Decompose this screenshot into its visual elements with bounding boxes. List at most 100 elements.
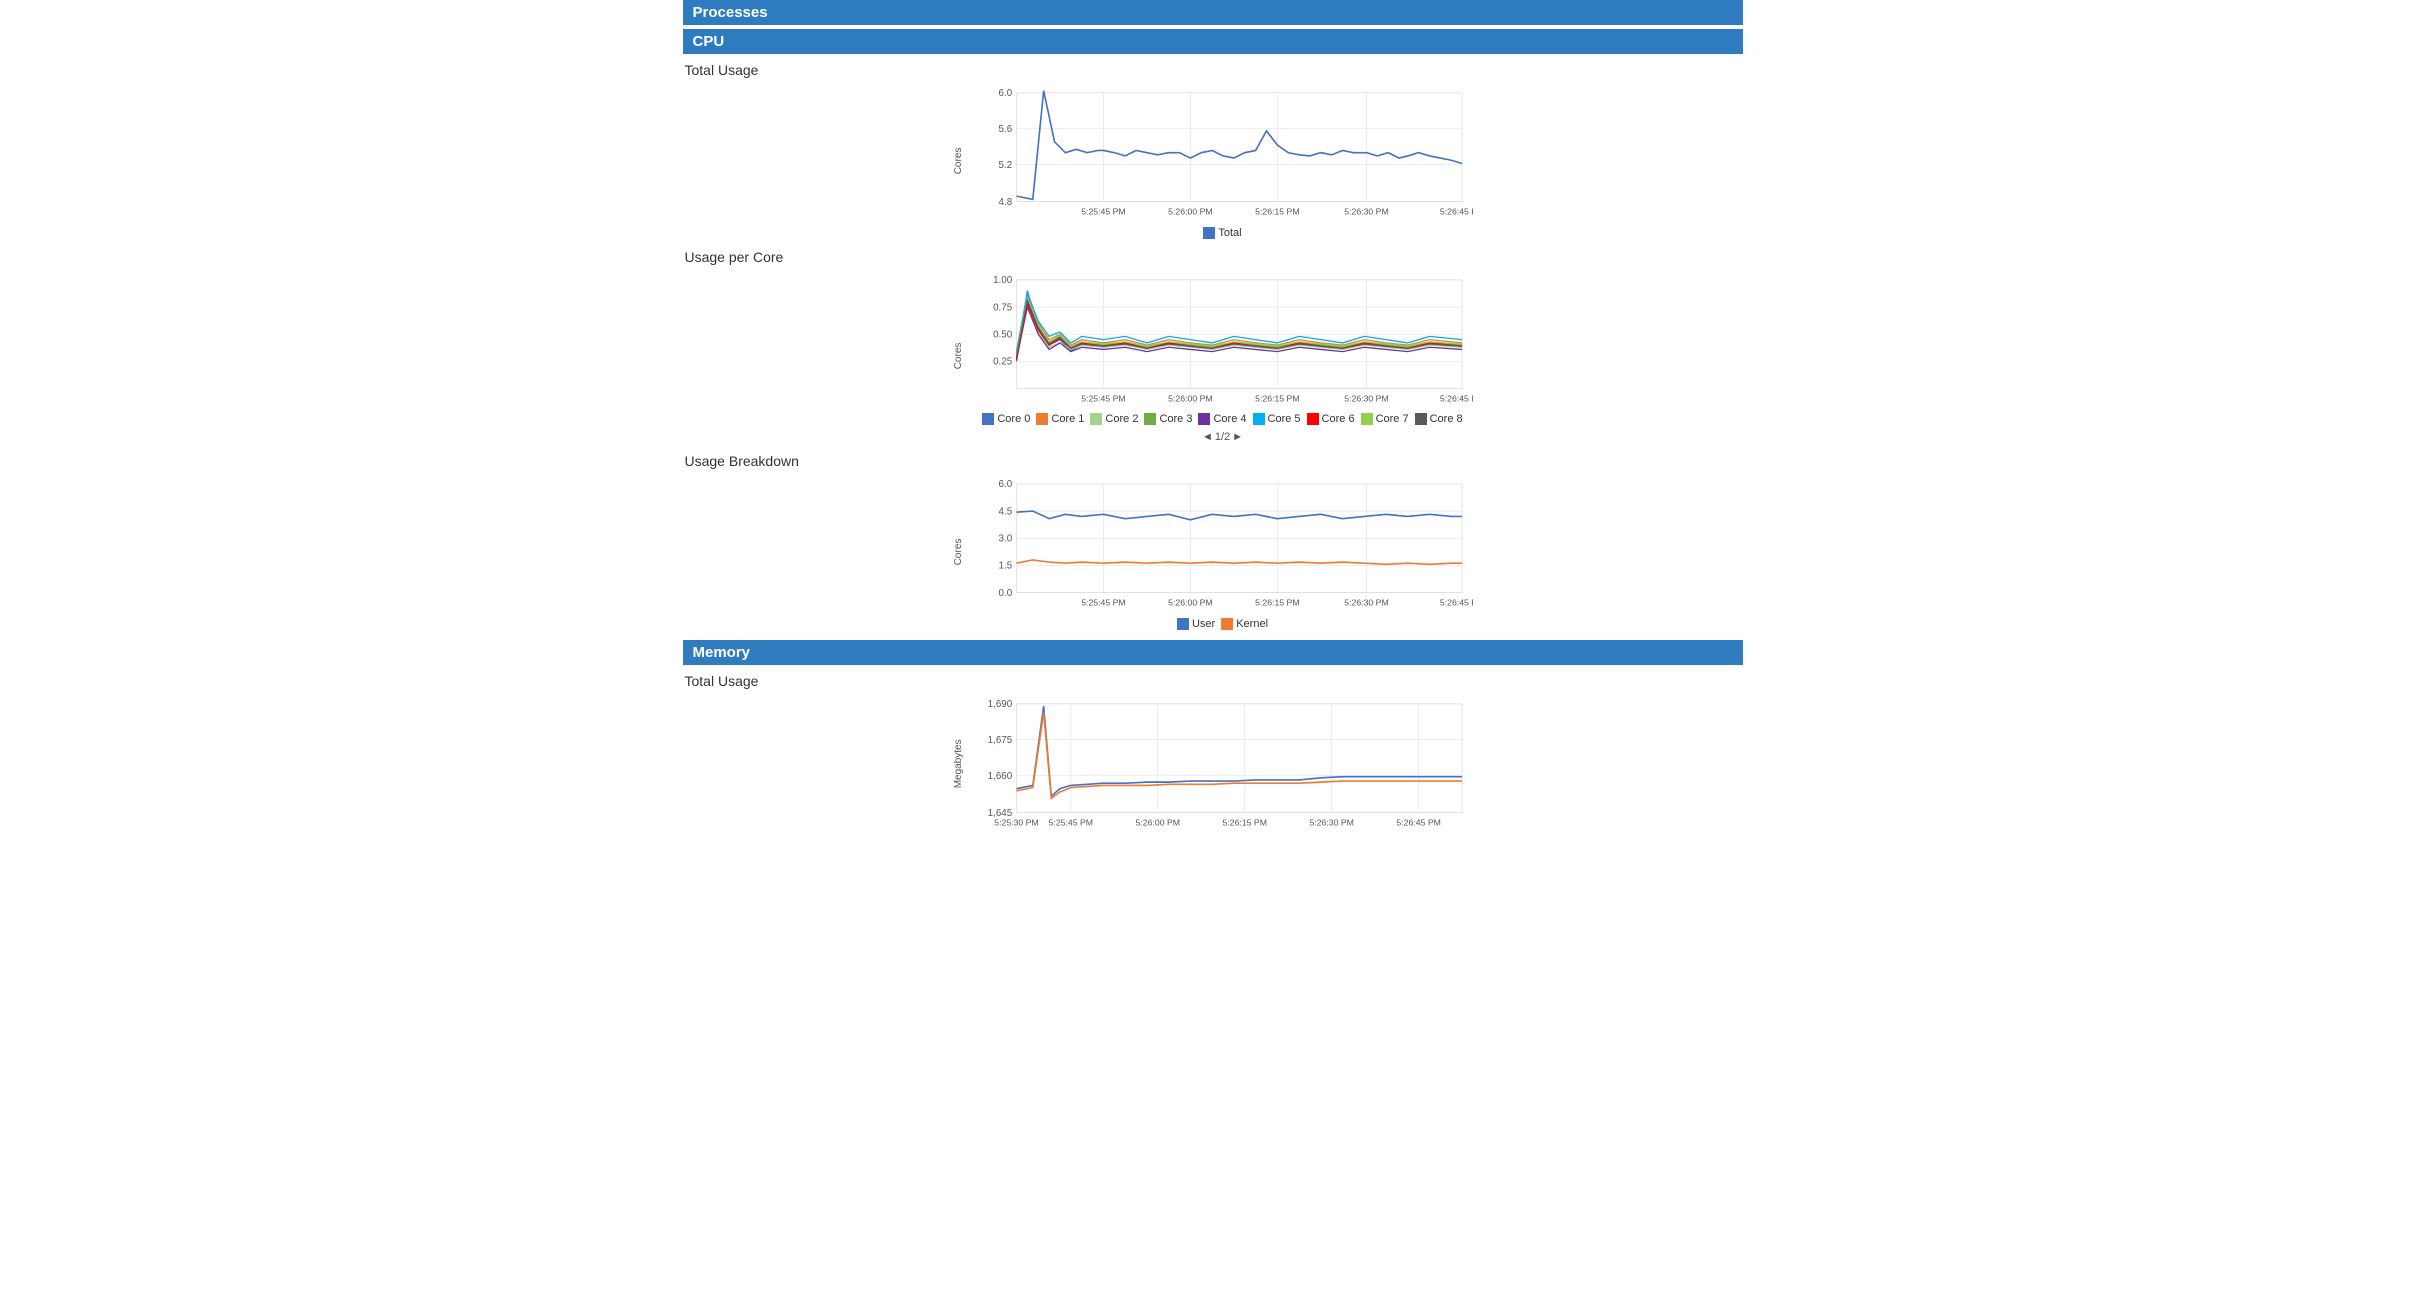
svg-text:0.0: 0.0 — [998, 587, 1012, 598]
legend-core6-color — [1307, 413, 1319, 425]
pagination-info: 1/2 — [1215, 431, 1230, 443]
memory-total-y-label: Megabytes — [953, 693, 973, 834]
cpu-per-core-chart-area: Cores 1.00 0.75 0.50 0. — [953, 269, 1473, 442]
memory-total-usage-title: Total Usage — [683, 673, 1743, 689]
svg-text:0.50: 0.50 — [993, 330, 1013, 341]
svg-text:5.2: 5.2 — [998, 160, 1012, 171]
memory-section-header[interactable]: Memory — [683, 640, 1743, 665]
legend-core2-label: Core 2 — [1105, 413, 1138, 425]
legend-core0-label: Core 0 — [997, 413, 1030, 425]
cpu-total-usage-title: Total Usage — [683, 62, 1743, 78]
cpu-breakdown-y-label: Cores — [953, 473, 973, 630]
svg-text:5:25:45 PM: 5:25:45 PM — [1081, 207, 1125, 217]
legend-total-color — [1203, 227, 1215, 239]
legend-core3: Core 3 — [1144, 413, 1192, 425]
cpu-total-legend: Total — [973, 227, 1473, 239]
svg-text:5:26:15 PM: 5:26:15 PM — [1255, 394, 1299, 404]
cpu-per-core-legend: Core 0 Core 1 Core 2 Core 3 — [973, 413, 1473, 443]
svg-text:1.00: 1.00 — [993, 275, 1013, 286]
legend-user: User — [1177, 618, 1215, 630]
svg-text:4.8: 4.8 — [998, 197, 1012, 208]
legend-core5-label: Core 5 — [1268, 413, 1301, 425]
legend-core6-label: Core 6 — [1322, 413, 1355, 425]
cpu-label: CPU — [693, 33, 725, 50]
svg-text:5:26:45 PM: 5:26:45 PM — [1439, 597, 1472, 607]
svg-text:5:26:00 PM: 5:26:00 PM — [1135, 817, 1179, 827]
memory-label: Memory — [693, 644, 751, 661]
cpu-per-core-chart-body: 1.00 0.75 0.50 0.25 5:25:45 PM 5:26:00 P… — [973, 269, 1473, 442]
svg-text:6.0: 6.0 — [998, 88, 1012, 99]
cpu-per-core-svg: 1.00 0.75 0.50 0.25 5:25:45 PM 5:26:00 P… — [973, 269, 1473, 410]
cpu-total-chart-area: Cores 6.0 — [953, 82, 1473, 239]
cpu-breakdown-chart-body: 6.0 4.5 3.0 1.5 0.0 5:25:45 PM 5:26:00 P… — [973, 473, 1473, 630]
svg-text:0.75: 0.75 — [993, 303, 1013, 314]
svg-text:5:26:45 PM: 5:26:45 PM — [1439, 394, 1472, 404]
svg-text:4.5: 4.5 — [998, 506, 1012, 517]
svg-text:1,660: 1,660 — [987, 771, 1012, 782]
svg-text:5:26:00 PM: 5:26:00 PM — [1168, 597, 1212, 607]
legend-core4: Core 4 — [1198, 413, 1246, 425]
svg-text:5:26:30 PM: 5:26:30 PM — [1344, 597, 1388, 607]
legend-core7-label: Core 7 — [1376, 413, 1409, 425]
pagination-next[interactable]: ► — [1232, 431, 1243, 443]
cpu-section-header[interactable]: CPU — [683, 29, 1743, 54]
svg-text:5:25:30 PM: 5:25:30 PM — [994, 817, 1038, 827]
svg-text:5:26:00 PM: 5:26:00 PM — [1168, 394, 1212, 404]
svg-text:1,675: 1,675 — [987, 735, 1012, 746]
svg-text:5:25:45 PM: 5:25:45 PM — [1048, 817, 1092, 827]
memory-total-chart-body: 1,690 1,675 1,660 1,645 5:25:30 PM 5:25:… — [973, 693, 1473, 834]
legend-core7-color — [1361, 413, 1373, 425]
svg-text:0.25: 0.25 — [993, 357, 1013, 368]
svg-text:5:26:30 PM: 5:26:30 PM — [1344, 394, 1388, 404]
svg-text:5.6: 5.6 — [998, 124, 1012, 135]
page-container: Processes CPU Total Usage Cores — [683, 0, 1743, 834]
legend-user-label: User — [1192, 618, 1215, 630]
cpu-breakdown-chart-area: Cores 6.0 4.5 3.0 1.5 — [953, 473, 1473, 630]
cpu-per-core-y-label: Cores — [953, 269, 973, 442]
legend-core1-color — [1036, 413, 1048, 425]
legend-core3-color — [1144, 413, 1156, 425]
svg-text:3.0: 3.0 — [998, 533, 1012, 544]
svg-text:5:26:30 PM: 5:26:30 PM — [1344, 207, 1388, 217]
svg-text:5:25:45 PM: 5:25:45 PM — [1081, 597, 1125, 607]
legend-core8-label: Core 8 — [1430, 413, 1463, 425]
pagination-prev[interactable]: ◄ — [1202, 431, 1213, 443]
cpu-total-y-label: Cores — [953, 82, 973, 239]
cpu-per-core-chart-container: Cores 1.00 0.75 0.50 0. — [953, 269, 1473, 442]
svg-text:5:26:15 PM: 5:26:15 PM — [1255, 207, 1299, 217]
cpu-per-core-title: Usage per Core — [683, 249, 1743, 265]
legend-core0-color — [982, 413, 994, 425]
svg-text:5:26:30 PM: 5:26:30 PM — [1309, 817, 1353, 827]
processes-label: Processes — [693, 4, 768, 21]
legend-core3-label: Core 3 — [1159, 413, 1192, 425]
legend-user-color — [1177, 618, 1189, 630]
legend-core1: Core 1 — [1036, 413, 1084, 425]
svg-text:5:25:45 PM: 5:25:45 PM — [1081, 394, 1125, 404]
memory-total-chart-container: Megabytes 1,690 1,675 1,660 — [953, 693, 1473, 834]
svg-text:6.0: 6.0 — [998, 479, 1012, 490]
legend-core4-label: Core 4 — [1213, 413, 1246, 425]
legend-core8: Core 8 — [1415, 413, 1463, 425]
svg-text:5:26:45 PM: 5:26:45 PM — [1439, 207, 1472, 217]
cpu-total-chart-container: Cores 6.0 — [953, 82, 1473, 239]
processes-section-header[interactable]: Processes — [683, 0, 1743, 25]
legend-total-label: Total — [1218, 227, 1241, 239]
legend-kernel-label: Kernel — [1236, 618, 1268, 630]
cpu-breakdown-legend: User Kernel — [973, 618, 1473, 630]
legend-total: Total — [1203, 227, 1241, 239]
memory-total-chart-area: Megabytes 1,690 1,675 1,660 — [953, 693, 1473, 834]
legend-core0: Core 0 — [982, 413, 1030, 425]
legend-core2-color — [1090, 413, 1102, 425]
cpu-total-svg: 6.0 5.6 5.2 4.8 5:25:45 PM 5:26:00 PM 5:… — [973, 82, 1473, 223]
legend-core1-label: Core 1 — [1051, 413, 1084, 425]
legend-kernel-color — [1221, 618, 1233, 630]
legend-core5-color — [1253, 413, 1265, 425]
legend-core8-color — [1415, 413, 1427, 425]
cpu-breakdown-chart-container: Cores 6.0 4.5 3.0 1.5 — [953, 473, 1473, 630]
legend-core7: Core 7 — [1361, 413, 1409, 425]
legend-core2: Core 2 — [1090, 413, 1138, 425]
pagination: ◄ 1/2 ► — [1202, 431, 1243, 443]
svg-text:5:26:00 PM: 5:26:00 PM — [1168, 207, 1212, 217]
cpu-breakdown-title: Usage Breakdown — [683, 453, 1743, 469]
legend-core4-color — [1198, 413, 1210, 425]
